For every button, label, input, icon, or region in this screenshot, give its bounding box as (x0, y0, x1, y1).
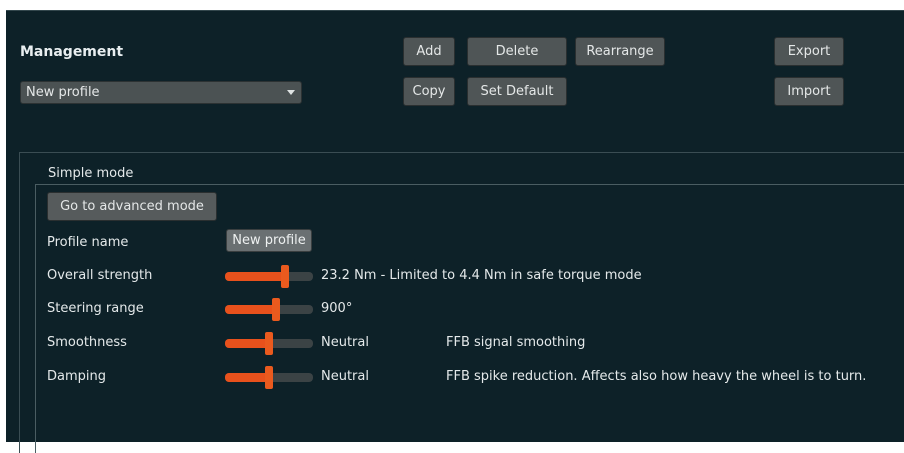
slider-label: Smoothness (47, 335, 127, 350)
advanced-mode-button[interactable]: Go to advanced mode (47, 192, 217, 221)
slider-value: 900° (321, 301, 353, 316)
export-button[interactable]: Export (774, 37, 844, 66)
slider-description: FFB spike reduction. Affects also how he… (446, 369, 867, 384)
overall-strength-slider[interactable] (225, 265, 313, 288)
copy-button[interactable]: Copy (403, 77, 455, 106)
chevron-down-icon (287, 90, 295, 95)
profile-select[interactable]: New profile (20, 81, 302, 104)
slider-handle[interactable] (272, 298, 281, 321)
profile-name-field[interactable]: New profile (226, 229, 312, 252)
app-window: Management Add Delete Rearrange Export N… (6, 10, 904, 453)
slider-fill (225, 305, 277, 314)
slider-value: 23.2 Nm - Limited to 4.4 Nm in safe torq… (321, 268, 642, 283)
slider-handle[interactable] (265, 332, 273, 355)
import-button[interactable]: Import (774, 77, 844, 106)
slider-fill (225, 373, 269, 382)
simple-mode-group (35, 184, 904, 453)
slider-label: Steering range (47, 301, 144, 316)
simple-mode-title: Simple mode (42, 166, 140, 181)
slider-value: Neutral (321, 335, 369, 350)
slider-value: Neutral (321, 369, 369, 384)
slider-label: Overall strength (47, 268, 153, 283)
slider-fill (225, 339, 269, 348)
delete-button[interactable]: Delete (467, 37, 567, 66)
slider-handle[interactable] (280, 265, 289, 288)
add-button[interactable]: Add (403, 37, 455, 66)
rearrange-button[interactable]: Rearrange (575, 37, 665, 66)
smoothness-slider[interactable] (225, 332, 313, 355)
profile-select-value: New profile (26, 85, 100, 100)
steering-range-slider[interactable] (225, 298, 313, 321)
slider-fill (225, 272, 285, 281)
slider-description: FFB signal smoothing (446, 335, 586, 350)
management-title: Management (20, 44, 124, 60)
set-default-button[interactable]: Set Default (467, 77, 567, 106)
profile-name-label: Profile name (47, 235, 129, 250)
damping-slider[interactable] (225, 366, 313, 389)
slider-label: Damping (47, 369, 106, 384)
slider-handle[interactable] (265, 366, 273, 389)
